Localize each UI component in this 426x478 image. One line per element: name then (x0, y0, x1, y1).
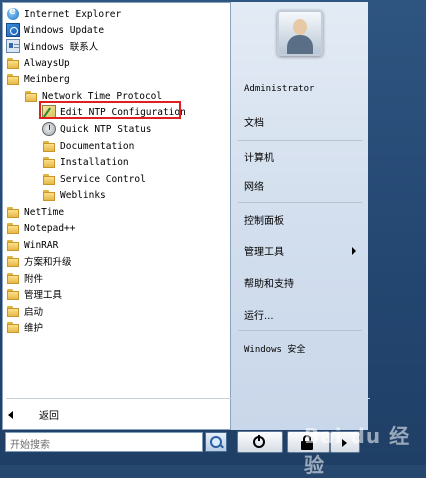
program-label: 启动 (24, 307, 44, 318)
ntp-status-icon (42, 122, 56, 136)
network-link[interactable]: 网络 (244, 178, 264, 193)
program-label: 维护 (24, 323, 44, 334)
folder-icon (42, 188, 56, 202)
places-divider (238, 140, 362, 141)
program-item[interactable]: 管理工具 (6, 286, 62, 302)
program-item[interactable]: Documentation (42, 138, 134, 154)
folder-icon (6, 56, 20, 70)
program-label: Notepad++ (24, 222, 76, 234)
contacts-icon (6, 39, 20, 53)
program-item[interactable]: Meinberg (6, 71, 70, 87)
shutdown-button[interactable] (237, 431, 283, 453)
user-avatar[interactable] (277, 10, 323, 56)
folder-icon (6, 221, 20, 235)
program-item[interactable]: 方案和升级 (6, 253, 72, 269)
back-arrow-icon (8, 410, 13, 419)
program-item[interactable]: Service Control (42, 171, 146, 187)
program-item[interactable]: 启动 (6, 303, 43, 319)
program-label: Documentation (60, 140, 135, 152)
folder-icon (24, 89, 38, 103)
internet-explorer-icon (7, 6, 19, 20)
program-item[interactable]: Installation (42, 154, 129, 170)
program-label: Internet Explorer (24, 8, 122, 20)
program-item[interactable]: Quick NTP Status (42, 121, 152, 137)
places-divider (238, 202, 362, 203)
program-label: Windows Update (24, 24, 105, 36)
program-item[interactable]: Weblinks (42, 187, 106, 203)
program-item[interactable]: 维护 (6, 319, 43, 335)
program-label: 方案和升级 (24, 257, 72, 268)
program-label: NetTime (24, 206, 65, 218)
control-panel-link[interactable]: 控制面板 (244, 212, 284, 227)
help-support-link[interactable]: 帮助和支持 (244, 275, 294, 290)
folder-icon (6, 72, 20, 86)
folder-icon (6, 271, 20, 285)
folder-icon (42, 139, 56, 153)
highlight-box (39, 101, 181, 119)
places-divider (238, 330, 362, 331)
program-label: Service Control (60, 173, 146, 185)
program-item[interactable]: 附件 (6, 270, 43, 286)
program-label: Meinberg (24, 73, 70, 85)
folder-icon (42, 172, 56, 186)
windows-security-link[interactable]: Windows 安全 (244, 342, 305, 355)
program-label: AlwaysUp (24, 57, 70, 69)
program-item[interactable]: NetTime (6, 204, 64, 220)
documents-link[interactable]: 文档 (244, 114, 264, 129)
program-item[interactable]: WinRAR (6, 237, 58, 253)
program-label: Weblinks (60, 189, 106, 201)
program-label: WinRAR (24, 239, 59, 251)
search-input[interactable]: 开始搜索 (5, 432, 203, 452)
folder-icon (6, 304, 20, 318)
back-label: 返回 (39, 411, 59, 422)
back-button[interactable]: 返回 (8, 407, 59, 422)
computer-link[interactable]: 计算机 (244, 149, 274, 164)
chevron-right-icon (352, 247, 356, 255)
program-item[interactable]: Notepad++ (6, 220, 75, 236)
search-icon[interactable] (205, 432, 227, 452)
folder-icon (6, 238, 20, 252)
power-icon (253, 435, 265, 448)
run-link[interactable]: 运行... (244, 307, 274, 322)
search-placeholder: 开始搜索 (10, 440, 50, 451)
program-label: Quick NTP Status (60, 123, 152, 135)
windows-update-icon (6, 23, 20, 37)
admin-tools-link[interactable]: 管理工具 (244, 243, 284, 258)
watermark: Bai du 经验 (304, 424, 411, 477)
program-label: Installation (60, 156, 129, 168)
folder-icon (6, 254, 20, 268)
program-label: Windows 联系人 (24, 42, 99, 53)
start-menu: Internet Explorer Windows Update Windows 联… (0, 0, 376, 465)
program-item[interactable]: AlwaysUp (6, 55, 70, 71)
program-label: 附件 (24, 274, 44, 285)
program-item[interactable]: Windows Update (6, 22, 104, 38)
program-item[interactable]: Internet Explorer (6, 6, 121, 22)
program-label: 管理工具 (24, 290, 63, 301)
program-item[interactable]: Windows 联系人 (6, 38, 98, 54)
user-account-link[interactable]: Administrator (244, 84, 314, 94)
folder-icon (6, 320, 20, 334)
program-label: Network Time Protocol (42, 90, 163, 102)
folder-icon (6, 205, 20, 219)
folder-icon (6, 287, 20, 301)
folder-icon (42, 155, 56, 169)
